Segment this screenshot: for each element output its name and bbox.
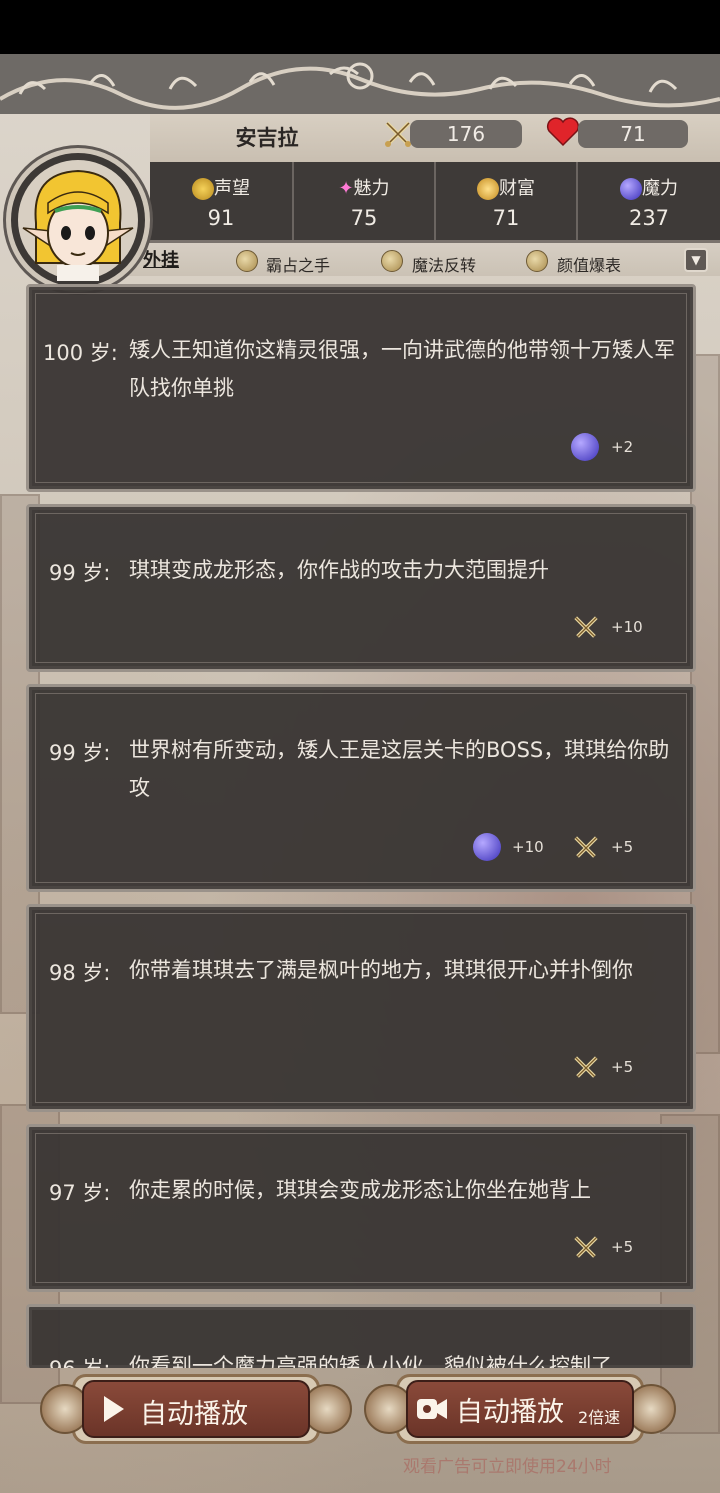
attr-magic: 魔力 237	[578, 162, 720, 240]
event-card: 99 岁: 世界树有所变动，矮人王是这层关卡的BOSS，琪琪给你助攻 +10 +…	[26, 684, 696, 892]
play-icon	[102, 1394, 126, 1428]
cheat-item[interactable]: 魔法反转	[412, 252, 476, 276]
event-age: 97 岁:	[49, 1181, 111, 1205]
attr-label: 魅力	[353, 178, 390, 199]
event-text: 你走累的时候，琪琪会变成龙形态让你坐在她背上	[129, 1178, 591, 1202]
crossed-swords-icon	[571, 1053, 601, 1087]
coins-icon	[477, 178, 499, 200]
cheat-dropdown-button[interactable]: ▼	[684, 248, 708, 272]
event-age: 98 岁:	[49, 961, 111, 985]
reward-value: +5	[611, 1058, 634, 1076]
event-text: 你看到一个魔力高强的矮人小伙，貌似被什么控制了	[129, 1354, 612, 1368]
chevron-down-icon: ▼	[691, 253, 701, 267]
header-ornament	[0, 54, 720, 114]
heart-icon	[546, 117, 580, 151]
speed-tag: 2倍速	[578, 1408, 621, 1427]
attr-value: 75	[350, 206, 378, 230]
autoplay-speed-button[interactable]: 自动播放 2倍速	[360, 1374, 680, 1444]
cheat-title: 外挂	[143, 250, 179, 271]
event-text: 矮人王知道你这精灵很强，一向讲武德的他带领十万矮人军队找你单挑	[129, 338, 675, 400]
event-age: 99 岁:	[49, 741, 111, 765]
event-age: 96 岁:	[49, 1353, 110, 1368]
magic-orb-icon	[620, 178, 642, 200]
event-age: 99 岁:	[49, 561, 111, 585]
crossed-swords-icon	[571, 613, 601, 647]
star-shield-icon	[192, 178, 214, 200]
attr-value: 237	[628, 206, 670, 230]
reward-value: +5	[611, 838, 634, 856]
crossed-swords-icon	[571, 1233, 601, 1267]
hp-value: 71	[578, 120, 688, 148]
player-name: 安吉拉	[235, 126, 299, 150]
sparkle-icon: ✦	[338, 178, 354, 199]
ad-hint: 观看广告可立即使用24小时	[403, 1457, 612, 1477]
attr-label: 魔力	[642, 178, 678, 199]
magic-orb-icon	[571, 433, 599, 461]
autoplay-label: 自动播放	[140, 1399, 248, 1430]
attr-reputation: 声望 91	[150, 162, 294, 240]
event-card: 99 岁: 琪琪变成龙形态，你作战的攻击力大范围提升 +10	[26, 504, 696, 672]
status-bar	[0, 0, 720, 54]
elf-portrait-icon	[18, 160, 138, 281]
event-age: 100 岁:	[43, 341, 118, 365]
event-text: 世界树有所变动，矮人王是这层关卡的BOSS，琪琪给你助攻	[129, 738, 670, 800]
attack-value: 176	[410, 120, 522, 148]
face-icon	[526, 250, 548, 272]
crossed-swords-icon	[571, 833, 601, 867]
attr-value: 71	[492, 206, 520, 230]
reward-value: +10	[512, 838, 544, 856]
attr-value: 91	[207, 206, 235, 230]
fist-icon	[236, 250, 258, 272]
avatar[interactable]	[6, 148, 150, 292]
autoplay-button[interactable]: 自动播放	[36, 1374, 356, 1444]
cheat-item[interactable]: 霸占之手	[266, 252, 330, 276]
attr-wealth: 财富 71	[436, 162, 578, 240]
attr-charm: ✦魅力 75	[294, 162, 436, 240]
event-card: 98 岁: 你带着琪琪去了满是枫叶的地方，琪琪很开心并扑倒你 +5	[26, 904, 696, 1112]
event-text: 你带着琪琪去了满是枫叶的地方，琪琪很开心并扑倒你	[129, 958, 633, 982]
reward-value: +2	[611, 438, 634, 456]
magic-orb-icon	[473, 833, 501, 861]
event-text: 琪琪变成龙形态，你作战的攻击力大范围提升	[129, 558, 549, 582]
reward-value: +10	[611, 618, 643, 636]
attr-label: 财富	[499, 178, 535, 199]
event-card: 97 岁: 你走累的时候，琪琪会变成龙形态让你坐在她背上 +5	[26, 1124, 696, 1292]
event-card: 96 岁: 你看到一个魔力高强的矮人小伙，貌似被什么控制了	[26, 1304, 696, 1368]
attr-label: 声望	[214, 178, 250, 199]
event-card: 100 岁: 矮人王知道你这精灵很强，一向讲武德的他带领十万矮人军队找你单挑 +…	[26, 284, 696, 492]
reward-value: +5	[611, 1238, 634, 1256]
video-icon	[416, 1396, 448, 1426]
autoplay-speed-label: 自动播放	[456, 1397, 564, 1428]
cheat-item[interactable]: 颜值爆表	[557, 252, 621, 276]
swirl-icon	[381, 250, 403, 272]
